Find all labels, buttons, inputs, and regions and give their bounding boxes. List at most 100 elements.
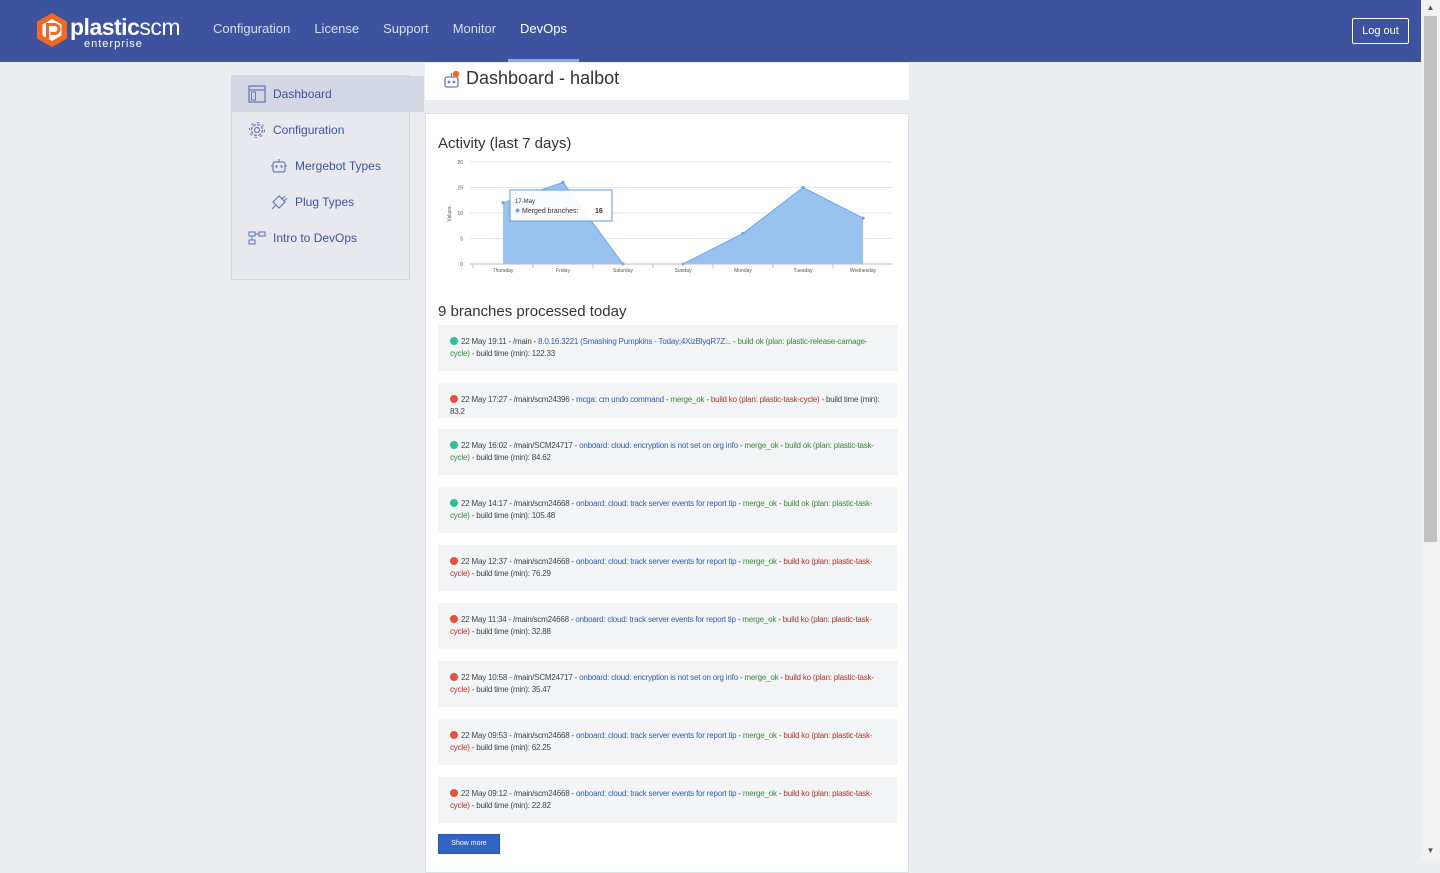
x-tick-label: Wednesday bbox=[850, 268, 877, 274]
plug-icon bbox=[269, 192, 289, 212]
sidebar-item-intro-to-devops[interactable]: Intro to DevOps bbox=[232, 220, 424, 256]
entry-merge-status: merge_ok bbox=[742, 557, 777, 566]
y-tick-label: 10 bbox=[457, 211, 463, 217]
entry-build-status: build ko (plan: plastic-task-cycle) bbox=[710, 395, 820, 404]
entry-time: 22 May 19:11 bbox=[461, 337, 507, 346]
branch-entry: 22 May 11:34 - /main/scm24668 - onboard:… bbox=[438, 603, 897, 649]
x-tick-label: Saturday bbox=[613, 268, 634, 274]
entry-description-link[interactable]: onboard: cloud: track server events for … bbox=[576, 789, 737, 798]
entry-build-time: build time (min): 76.29 bbox=[476, 569, 551, 578]
entry-branch: /main/SCM24717 bbox=[513, 673, 573, 682]
entry-branch: /main/SCM24717 bbox=[513, 441, 573, 450]
data-point-wednesday[interactable] bbox=[861, 216, 865, 220]
entry-time: 22 May 09:53 bbox=[461, 731, 508, 740]
entry-time: 22 May 14:17 bbox=[461, 499, 508, 508]
show-more-button[interactable]: Show more bbox=[438, 834, 500, 854]
y-tick-label: 20 bbox=[457, 160, 463, 166]
status-ko-dot-icon bbox=[450, 673, 458, 681]
status-ko-dot-icon bbox=[450, 789, 458, 797]
entry-branch: /main/scm24668 bbox=[513, 557, 570, 566]
logout-button[interactable]: Log out bbox=[1352, 18, 1409, 44]
scroll-up-arrow-icon[interactable]: ▲ bbox=[1421, 0, 1440, 16]
entry-build-time: build time (min): 32.88 bbox=[476, 627, 551, 636]
tooltip-value: 16 bbox=[595, 208, 603, 215]
x-tick-label: Thursday bbox=[493, 268, 514, 274]
dashboard-panel: Activity (last 7 days) 0 5 10 15 20 Values T… bbox=[425, 113, 909, 873]
dashboard-icon bbox=[247, 84, 267, 104]
entry-time: 22 May 12:37 bbox=[461, 557, 508, 566]
branch-entry: 22 May 10:58 - /main/SCM24717 - onboard:… bbox=[438, 661, 897, 707]
top-navbar: plasticscm enterprise Configuration Lice… bbox=[0, 0, 1421, 62]
nav-monitor[interactable]: Monitor bbox=[441, 0, 508, 62]
branch-entry: 22 May 09:53 - /main/scm24668 - onboard:… bbox=[438, 719, 897, 765]
entry-description-link[interactable]: mcga: cm undo command bbox=[576, 395, 664, 404]
sidebar-item-dashboard[interactable]: Dashboard bbox=[232, 76, 424, 112]
logo-subtitle: enterprise bbox=[84, 38, 143, 50]
entry-description-link[interactable]: onboard: cloud: encryption is not set on… bbox=[579, 441, 738, 450]
chart-tooltip: 17-May Merged branches: 16 bbox=[509, 189, 613, 222]
entry-description-link[interactable]: onboard: cloud: track server events for … bbox=[576, 557, 737, 566]
entry-build-time: build time (min): 105.48 bbox=[476, 511, 556, 520]
entry-build-time: build time (min): 35.47 bbox=[476, 685, 551, 694]
entry-branch: /main/scm24396 bbox=[513, 395, 570, 404]
status-ko-dot-icon bbox=[450, 731, 458, 739]
entry-description-link[interactable]: 8.0.16.3221 (Smashing Pumpkins - Today;4… bbox=[538, 337, 731, 346]
entry-merge-status: merge_ok bbox=[742, 731, 777, 740]
tooltip-series-dot bbox=[515, 208, 520, 213]
entry-time: 22 May 17:27 bbox=[461, 395, 508, 404]
x-tick-label: Tuesday bbox=[794, 268, 813, 274]
status-ko-dot-icon bbox=[450, 557, 458, 565]
page-title-card: Dashboard - halbot bbox=[425, 63, 909, 100]
nav-license[interactable]: License bbox=[302, 0, 371, 62]
status-ok-dot-icon bbox=[450, 499, 458, 507]
entry-branch: /main/scm24668 bbox=[513, 789, 570, 798]
page-title: Dashboard - halbot bbox=[466, 68, 620, 88]
robot-icon bbox=[269, 156, 289, 176]
entry-build-time: build time (min): 62.25 bbox=[476, 743, 551, 752]
branch-entry: 22 May 09:12 - /main/scm24668 - onboard:… bbox=[438, 777, 897, 823]
scrollbar-thumb[interactable] bbox=[1424, 16, 1437, 542]
entry-build-time: build time (min): 122.33 bbox=[476, 349, 556, 358]
data-point-tuesday[interactable] bbox=[801, 185, 805, 190]
y-tick-label: 0 bbox=[460, 262, 463, 268]
chart-x-ticks: Thursday Friday Saturday Sunday Monday Tuesda… bbox=[472, 264, 877, 274]
branch-entry: 22 May 17:27 - /main/scm24396 - mcga: cm… bbox=[438, 383, 897, 418]
sidebar-item-label: Intro to DevOps bbox=[273, 231, 358, 245]
entry-description-link[interactable]: onboard: cloud: track server events for … bbox=[575, 615, 736, 624]
main-nav: Configuration License Support Monitor De… bbox=[201, 0, 580, 62]
entry-description-link[interactable]: onboard: cloud: encryption is not set on… bbox=[579, 673, 738, 682]
plastic-logo-icon bbox=[37, 13, 67, 47]
sidebar-item-mergebot-types[interactable]: Mergebot Types bbox=[232, 148, 446, 184]
sidebar: Dashboard Configuration Mergebot Types P… bbox=[231, 75, 424, 280]
branch-entry: 22 May 19:11 - /main - 8.0.16.3221 (Smas… bbox=[438, 325, 897, 371]
sidebar-item-plug-types[interactable]: Plug Types bbox=[232, 184, 446, 220]
branches-title: 9 branches processed today bbox=[438, 303, 627, 320]
entry-merge-status: merge_ok bbox=[742, 615, 777, 624]
entry-branch: /main/scm24668 bbox=[513, 615, 569, 624]
data-point-monday[interactable] bbox=[741, 231, 745, 235]
data-point-thursday[interactable] bbox=[501, 201, 505, 205]
nav-configuration[interactable]: Configuration bbox=[201, 0, 302, 62]
nav-devops[interactable]: DevOps bbox=[508, 0, 580, 62]
plastic-scm-logo[interactable]: plasticscm enterprise bbox=[36, 12, 181, 52]
sidebar-item-label: Dashboard bbox=[273, 87, 332, 101]
gear-icon bbox=[247, 120, 267, 140]
entry-merge-status: merge_ok bbox=[744, 673, 779, 682]
scroll-down-arrow-icon[interactable]: ▼ bbox=[1421, 843, 1440, 859]
data-point-friday[interactable] bbox=[561, 180, 565, 184]
sidebar-item-configuration[interactable]: Configuration bbox=[232, 112, 424, 148]
status-ko-dot-icon bbox=[450, 615, 458, 623]
status-ok-dot-icon bbox=[450, 337, 458, 345]
branch-entry: 22 May 14:17 - /main/scm24668 - onboard:… bbox=[438, 487, 897, 533]
activity-chart: 0 5 10 15 20 Values Thursday Friday Saturday Su… bbox=[447, 160, 892, 274]
entry-time: 22 May 16:02 bbox=[461, 441, 508, 450]
entry-description-link[interactable]: onboard: cloud: track server events for … bbox=[576, 731, 737, 740]
y-tick-label: 15 bbox=[457, 186, 463, 192]
entry-merge-status: merge_ok bbox=[742, 789, 777, 798]
page-scrollbar[interactable]: ▲ ▼ bbox=[1421, 0, 1440, 860]
entry-time: 22 May 11:34 bbox=[461, 615, 507, 624]
entry-description-link[interactable]: onboard: cloud: track server events for … bbox=[576, 499, 737, 508]
nav-support[interactable]: Support bbox=[371, 0, 441, 62]
entry-build-time: build time (min): 22.82 bbox=[476, 801, 551, 810]
tooltip-series-label: Merged branches: bbox=[522, 208, 578, 215]
